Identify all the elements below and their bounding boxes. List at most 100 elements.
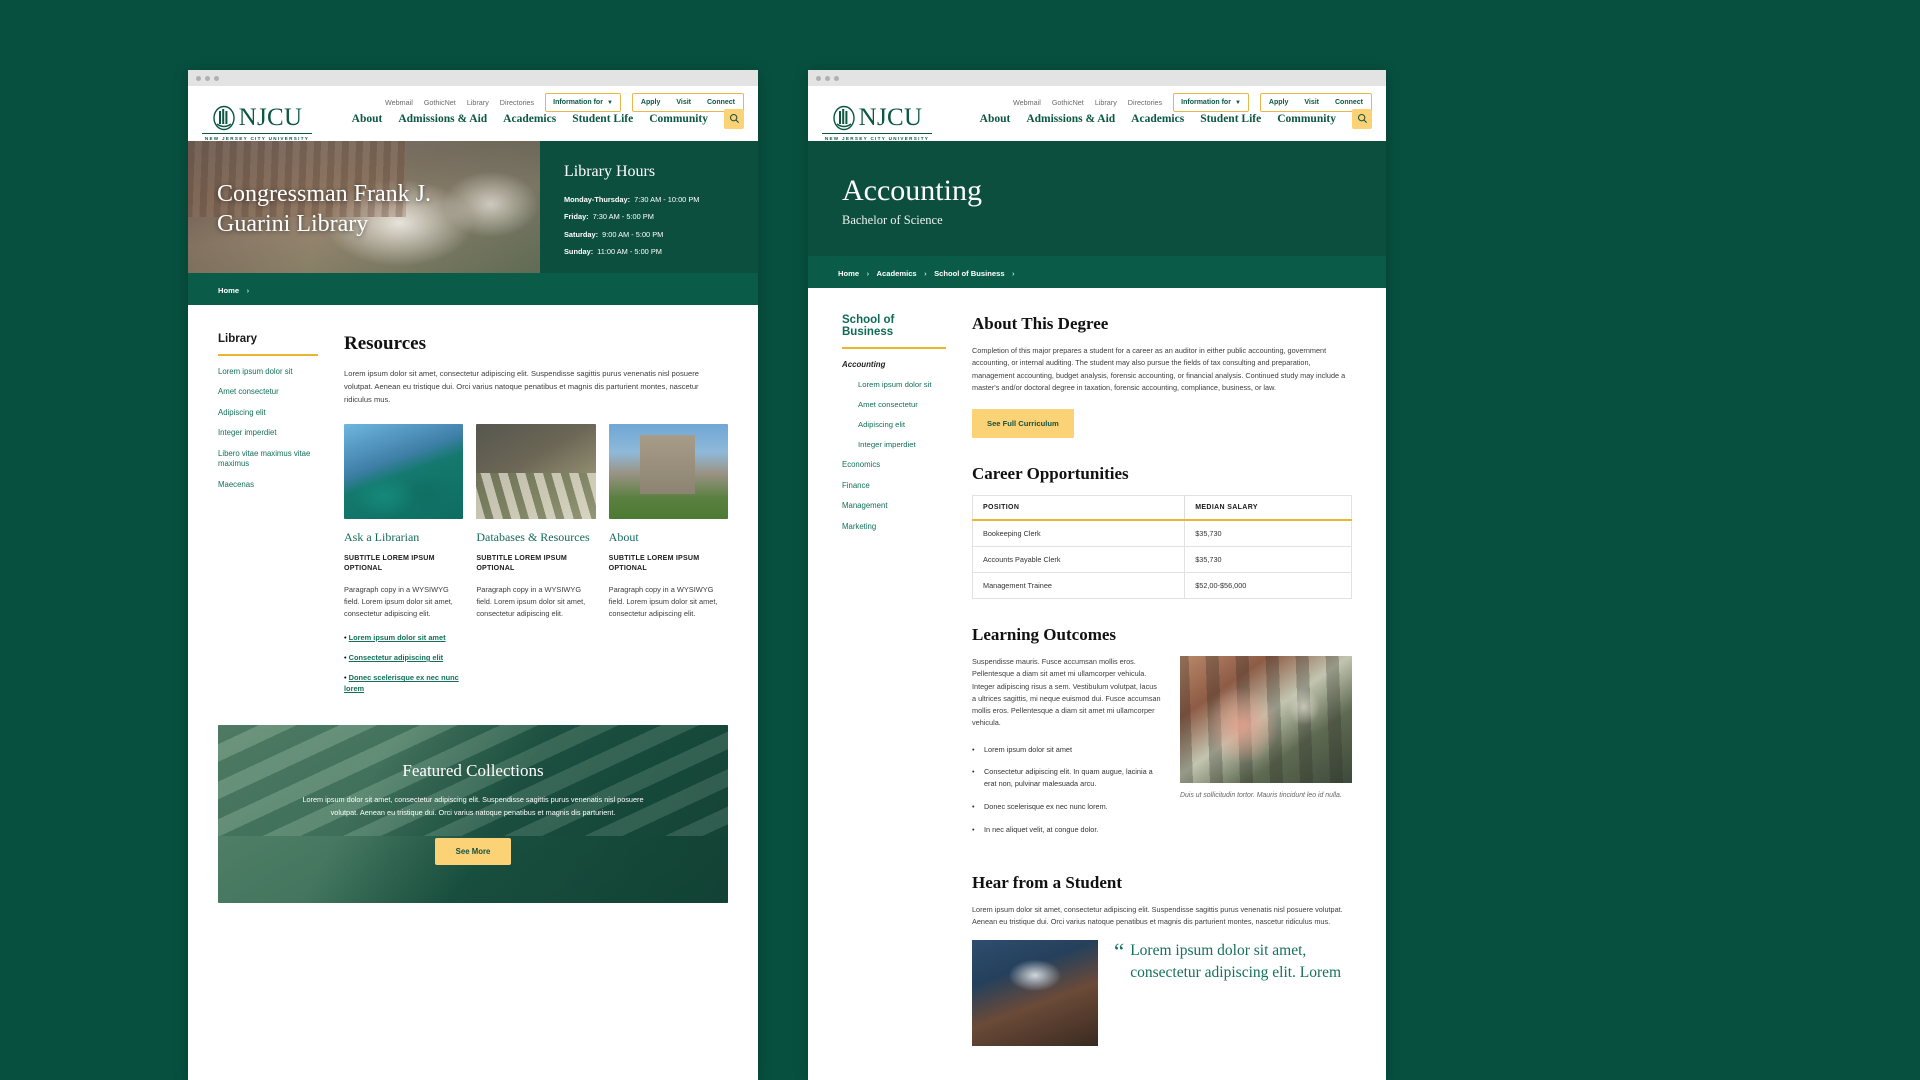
- resource-card: Ask a Librarian SUBTITLE LOREM IPSUM OPT…: [344, 423, 464, 704]
- primary-header-row: NJCU NEW JERSEY CITY UNIVERSITY About Ad…: [822, 104, 1372, 141]
- card-title[interactable]: Ask a Librarian: [344, 530, 463, 544]
- sidebar-item-economics[interactable]: Economics: [842, 460, 946, 471]
- search-button[interactable]: [1352, 108, 1372, 129]
- nav-item-community[interactable]: Community: [649, 113, 708, 125]
- nav-item-academics[interactable]: Academics: [503, 113, 556, 125]
- main-navigation: About Admissions & Aid Academics Student…: [352, 108, 744, 136]
- library-content: Library Lorem ipsum dolor sit Amet conse…: [188, 305, 758, 704]
- hero-title: Congressman Frank J. Guarini Library: [217, 179, 431, 239]
- browser-window-degree: Webmail GothicNet Library Directories In…: [808, 70, 1386, 1080]
- breadcrumb: Home › Academics › School of Business ›: [808, 256, 1386, 288]
- njcu-crest-icon: [212, 105, 235, 131]
- student-quote-text: Lorem ipsum dolor sit amet, consectetur …: [1130, 942, 1342, 981]
- sidebar-heading: Library: [218, 332, 257, 345]
- utility-link-gothicnet[interactable]: GothicNet: [424, 98, 456, 107]
- mural-portrait-photo: [1180, 656, 1352, 783]
- card-title[interactable]: Databases & Resources: [476, 530, 595, 544]
- window-close-dot[interactable]: [816, 75, 821, 81]
- sidebar-item-6[interactable]: Maecenas: [218, 480, 318, 491]
- utility-link-library[interactable]: Library: [467, 98, 489, 107]
- sidebar-item-2[interactable]: Amet consectetur: [218, 387, 318, 398]
- breadcrumb-item-home[interactable]: Home: [218, 286, 239, 295]
- window-maximize-dot[interactable]: [834, 75, 839, 81]
- sidebar-item-1[interactable]: Lorem ipsum dolor sit: [218, 367, 318, 378]
- sidebar-divider: [218, 353, 318, 356]
- utility-link-directories[interactable]: Directories: [500, 98, 534, 107]
- learning-outcomes-heading: Learning Outcomes: [972, 625, 1117, 644]
- information-for-label: Information for: [1181, 99, 1231, 106]
- hours-value: 7:30 AM - 5:00 PM: [592, 212, 654, 221]
- browser-titlebar: [188, 70, 758, 86]
- nav-item-academics[interactable]: Academics: [1131, 113, 1184, 125]
- sidebar-item-marketing[interactable]: Marketing: [842, 522, 946, 533]
- utility-link-webmail[interactable]: Webmail: [1013, 98, 1041, 107]
- sidebar-subitem-1[interactable]: Lorem ipsum dolor sit: [858, 380, 946, 389]
- see-full-curriculum-button[interactable]: See Full Curriculum: [972, 409, 1074, 438]
- search-icon: [1357, 114, 1367, 124]
- list-item: Consectetur adipiscing elit. In quam aug…: [972, 766, 1162, 790]
- library-hours-panel: Library Hours Monday-Thursday: 7:30 AM - …: [540, 140, 758, 273]
- sidebar-subitem-2[interactable]: Amet consectetur: [858, 400, 946, 409]
- cell-position: Management Trainee: [972, 572, 1186, 599]
- utility-link-library[interactable]: Library: [1095, 98, 1117, 107]
- library-hours-heading: Library Hours: [564, 162, 656, 180]
- list-item: • Donec scelerisque ex nec nunc lorem: [344, 673, 459, 694]
- site-header: Webmail GothicNet Library Directories In…: [808, 86, 1386, 141]
- utility-link-directories[interactable]: Directories: [1128, 98, 1162, 107]
- sidebar-item-3[interactable]: Adipiscing elit: [218, 408, 318, 419]
- cell-salary: $35,730: [1184, 546, 1352, 573]
- sidebar-item-management[interactable]: Management: [842, 501, 946, 512]
- breadcrumb-item-academics[interactable]: Academics: [877, 269, 917, 278]
- nav-item-student-life[interactable]: Student Life: [572, 113, 633, 125]
- student-portrait-photo: [972, 940, 1098, 1047]
- nav-item-admissions-aid[interactable]: Admissions & Aid: [398, 113, 487, 125]
- card-link-2[interactable]: Consectetur adipiscing elit: [349, 653, 443, 662]
- search-button[interactable]: [724, 108, 744, 129]
- breadcrumb-item-school-of-business[interactable]: School of Business: [934, 269, 1004, 278]
- nav-item-student-life[interactable]: Student Life: [1200, 113, 1261, 125]
- sidebar-item-5[interactable]: Libero vitae maximus vitae maximus: [218, 449, 318, 470]
- window-minimize-dot[interactable]: [205, 75, 210, 81]
- table-header-row: POSITION MEDIAN SALARY: [972, 495, 1352, 521]
- page-title: Accounting: [842, 173, 982, 207]
- njcu-logo[interactable]: NJCU NEW JERSEY CITY UNIVERSITY: [202, 104, 312, 141]
- nav-item-about[interactable]: About: [980, 113, 1011, 125]
- about-degree-heading: About This Degree: [972, 314, 1109, 333]
- card-link-list: • Lorem ipsum dolor sit amet • Consectet…: [344, 632, 463, 694]
- hear-from-student-body: Lorem ipsum dolor sit amet, consectetur …: [972, 904, 1343, 926]
- card-link-3[interactable]: Donec scelerisque ex nec nunc lorem: [344, 673, 459, 693]
- see-more-button[interactable]: See More: [434, 838, 512, 866]
- resource-cards: Ask a Librarian SUBTITLE LOREM IPSUM OPT…: [344, 423, 728, 704]
- table-row: Management Trainee $52,00-$56,000: [972, 572, 1352, 599]
- nav-item-community[interactable]: Community: [1277, 113, 1336, 125]
- sidebar-subitem-4[interactable]: Integer imperdiet: [858, 440, 946, 449]
- card-link-1[interactable]: Lorem ipsum dolor sit amet: [349, 633, 446, 642]
- breadcrumb-item-home[interactable]: Home: [838, 269, 859, 278]
- njcu-logo[interactable]: NJCU NEW JERSEY CITY UNIVERSITY: [822, 104, 932, 141]
- library-hero: Congressman Frank J. Guarini Library Lib…: [188, 140, 758, 273]
- hear-from-student-heading: Hear from a Student: [972, 872, 1123, 892]
- sidebar-current-item: Accounting: [842, 360, 886, 369]
- library-sidebar: Library Lorem ipsum dolor sit Amet conse…: [218, 333, 318, 704]
- sidebar-subitem-3[interactable]: Adipiscing elit: [858, 420, 946, 429]
- card-title[interactable]: About: [609, 530, 728, 544]
- sidebar-item-4[interactable]: Integer imperdiet: [218, 428, 318, 439]
- list-item: Donec scelerisque ex nec nunc lorem.: [972, 801, 1162, 813]
- column-header-median-salary: MEDIAN SALARY: [1184, 495, 1352, 521]
- window-close-dot[interactable]: [196, 75, 201, 81]
- window-minimize-dot[interactable]: [825, 75, 830, 81]
- utility-link-webmail[interactable]: Webmail: [385, 98, 413, 107]
- card-body: Paragraph copy in a WYSIWYG field. Lorem…: [608, 584, 718, 619]
- nav-item-about[interactable]: About: [352, 113, 383, 125]
- hours-value: 9:00 AM - 5:00 PM: [602, 229, 664, 239]
- hours-label: Sunday:: [564, 247, 594, 256]
- sidebar-item-finance[interactable]: Finance: [842, 481, 946, 492]
- sidebar-heading[interactable]: School of Business: [842, 314, 946, 347]
- utility-link-gothicnet[interactable]: GothicNet: [1052, 98, 1084, 107]
- nav-item-admissions-aid[interactable]: Admissions & Aid: [1026, 113, 1115, 125]
- breadcrumb-separator: ›: [866, 269, 870, 278]
- window-maximize-dot[interactable]: [214, 75, 219, 81]
- hours-row: Sunday: 11:00 AM - 5:00 PM: [564, 247, 734, 256]
- cell-salary: $35,730: [1184, 520, 1352, 547]
- breadcrumb-separator: ›: [1012, 269, 1015, 278]
